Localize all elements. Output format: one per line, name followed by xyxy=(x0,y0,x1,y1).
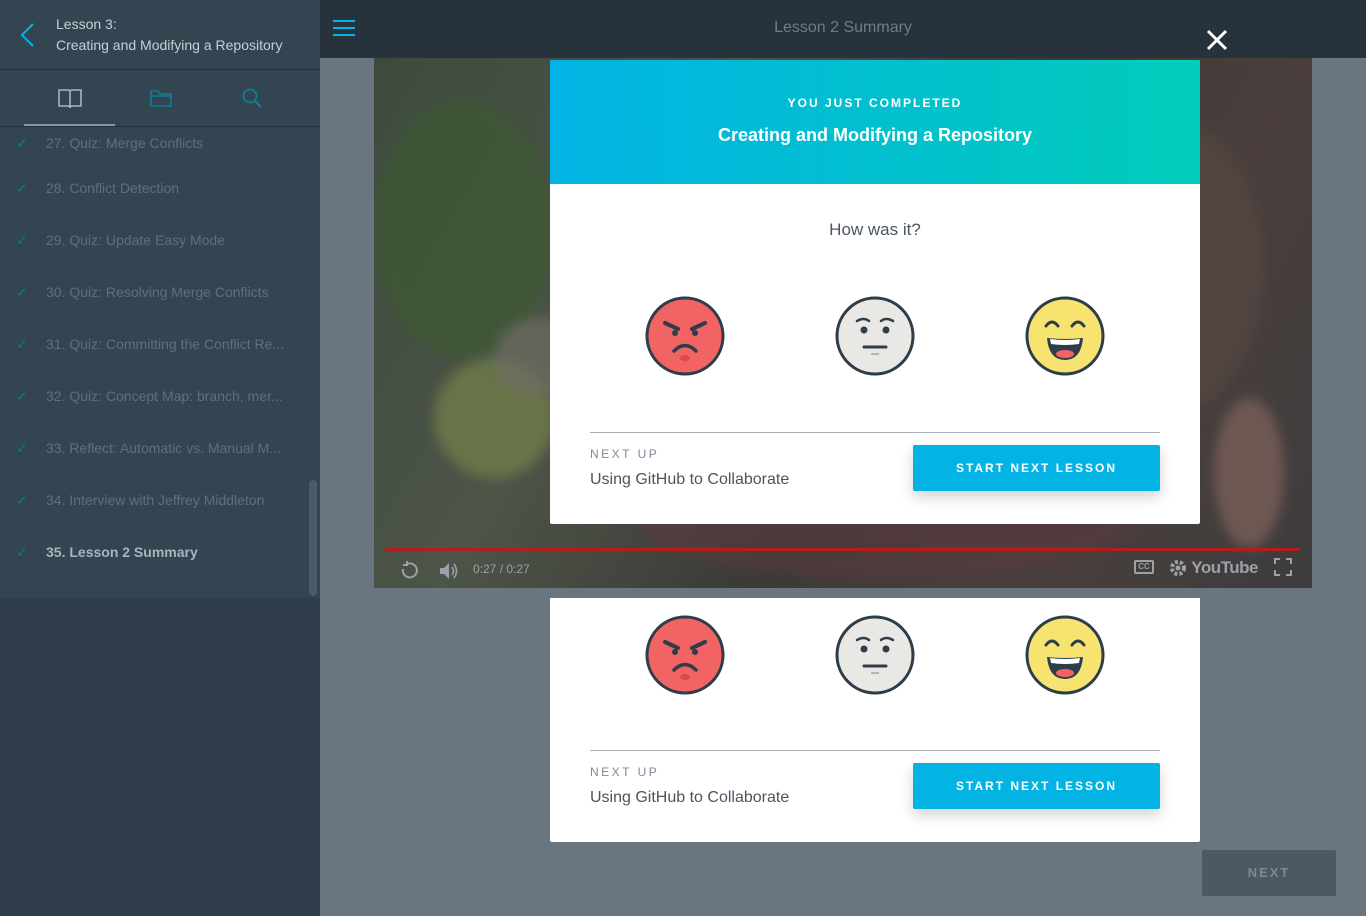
fullscreen-icon[interactable] xyxy=(1274,558,1292,576)
captions-button[interactable]: CC xyxy=(1134,560,1154,574)
next-up-title: Using GitHub to Collaborate xyxy=(590,471,790,488)
concept-label: 27. Quiz: Merge Conflicts xyxy=(46,135,204,151)
happy-face-icon[interactable] xyxy=(1025,615,1105,695)
completed-label: YOU JUST COMPLETED xyxy=(787,96,963,110)
checkmark-icon: ✓ xyxy=(16,335,28,352)
sidebar-header: Lesson 3: Creating and Modifying a Repos… xyxy=(0,0,320,70)
next-up-label: NEXT UP xyxy=(590,765,660,779)
youtube-logo[interactable]: YouTube xyxy=(1191,558,1258,578)
rating-options xyxy=(550,615,1200,695)
checkmark-icon: ✓ xyxy=(16,179,28,196)
replay-icon[interactable] xyxy=(398,560,420,582)
completed-title: Creating and Modifying a Repository xyxy=(717,125,1033,145)
back-button[interactable] xyxy=(14,20,44,50)
chevron-left-icon xyxy=(20,23,34,47)
sidebar-tabs xyxy=(0,70,320,127)
sidebar: Lesson 3: Creating and Modifying a Repos… xyxy=(0,0,320,916)
next-up-section: NEXT UP Using GitHub to Collaborate STAR… xyxy=(590,750,1160,809)
happy-face-icon[interactable] xyxy=(1025,296,1105,376)
concept-item[interactable]: ✓ 30. Quiz: Resolving Merge Conflicts xyxy=(0,266,320,318)
concept-label: 33. Reflect: Automatic vs. Manual M... xyxy=(46,440,281,456)
concept-label: 31. Quiz: Committing the Conflict Re... xyxy=(46,336,285,352)
close-icon xyxy=(1206,29,1228,51)
concept-label: 30. Quiz: Resolving Merge Conflicts xyxy=(46,284,269,300)
checkmark-icon: ✓ xyxy=(16,491,28,508)
next-up-title: Using GitHub to Collaborate xyxy=(590,789,790,806)
concept-item[interactable]: ✓ 28. Conflict Detection xyxy=(0,162,320,214)
concept-label: 32. Quiz: Concept Map: branch, mer... xyxy=(46,388,283,404)
checkmark-icon: ✓ xyxy=(16,543,28,560)
checkmark-icon: ✓ xyxy=(16,231,28,248)
concept-list: ✓ 27. Quiz: Merge Conflicts ✓ 28. Conflict… xyxy=(0,127,320,598)
next-button[interactable]: NEXT xyxy=(1202,850,1336,896)
angry-face-icon[interactable] xyxy=(645,296,725,376)
progress-bar[interactable] xyxy=(386,548,1300,551)
tab-concepts[interactable] xyxy=(24,70,115,126)
checkmark-icon: ✓ xyxy=(16,387,28,404)
book-icon xyxy=(57,89,82,109)
video-controls: 0:27 / 0:27 CC YouTube xyxy=(374,548,1312,588)
start-next-lesson-button[interactable]: START NEXT LESSON xyxy=(913,763,1160,809)
concept-label: 35. Lesson 2 Summary xyxy=(46,544,198,560)
video-time: 0:27 / 0:27 xyxy=(473,562,530,576)
concept-item-current[interactable]: ✓ 35. Lesson 2 Summary xyxy=(0,526,320,578)
checkmark-icon: ✓ xyxy=(16,439,28,456)
concept-item[interactable]: ✓ 33. Reflect: Automatic vs. Manual M... xyxy=(0,422,320,474)
neutral-face-icon[interactable] xyxy=(835,296,915,376)
concept-label: 34. Interview with Jeffrey Middleton xyxy=(46,492,265,508)
search-icon xyxy=(242,88,262,108)
lesson-complete-modal: YOU JUST COMPLETED Creating and Modifyin… xyxy=(550,60,1200,524)
concept-item[interactable]: ✓ 34. Interview with Jeffrey Middleton xyxy=(0,474,320,526)
concept-item[interactable]: ✓ 29. Quiz: Update Easy Mode xyxy=(0,214,320,266)
concept-label: 29. Quiz: Update Easy Mode xyxy=(46,232,225,248)
lesson-number: Lesson 3: xyxy=(56,16,117,32)
rating-options xyxy=(550,296,1200,376)
checkmark-icon: ✓ xyxy=(16,283,28,300)
close-button[interactable] xyxy=(1203,26,1231,54)
concept-item[interactable]: ✓ 32. Quiz: Concept Map: branch, mer... xyxy=(0,370,320,422)
modal-banner: YOU JUST COMPLETED Creating and Modifyin… xyxy=(550,60,1200,184)
start-next-lesson-button[interactable]: START NEXT LESSON xyxy=(913,445,1160,491)
lesson-complete-modal-duplicate: NEXT UP Using GitHub to Collaborate STAR… xyxy=(550,598,1200,842)
neutral-face-icon[interactable] xyxy=(835,615,915,695)
next-up-label: NEXT UP xyxy=(590,447,660,461)
folder-icon xyxy=(149,90,172,107)
volume-icon[interactable] xyxy=(438,560,460,582)
angry-face-icon[interactable] xyxy=(645,615,725,695)
sidebar-scrollbar[interactable] xyxy=(309,480,317,596)
lesson-title: Creating and Modifying a Repository xyxy=(56,37,283,53)
concept-item[interactable]: ✓ 27. Quiz: Merge Conflicts xyxy=(0,127,320,162)
checkmark-icon: ✓ xyxy=(16,135,28,151)
rating-question: How was it? xyxy=(829,220,921,239)
tab-resources[interactable] xyxy=(115,70,206,126)
concept-item[interactable]: ✓ 31. Quiz: Committing the Conflict Re... xyxy=(0,318,320,370)
tab-search[interactable] xyxy=(206,70,297,126)
gear-icon[interactable] xyxy=(1168,558,1188,578)
next-up-section: NEXT UP Using GitHub to Collaborate STAR… xyxy=(590,432,1160,491)
concept-label: 28. Conflict Detection xyxy=(46,180,180,196)
